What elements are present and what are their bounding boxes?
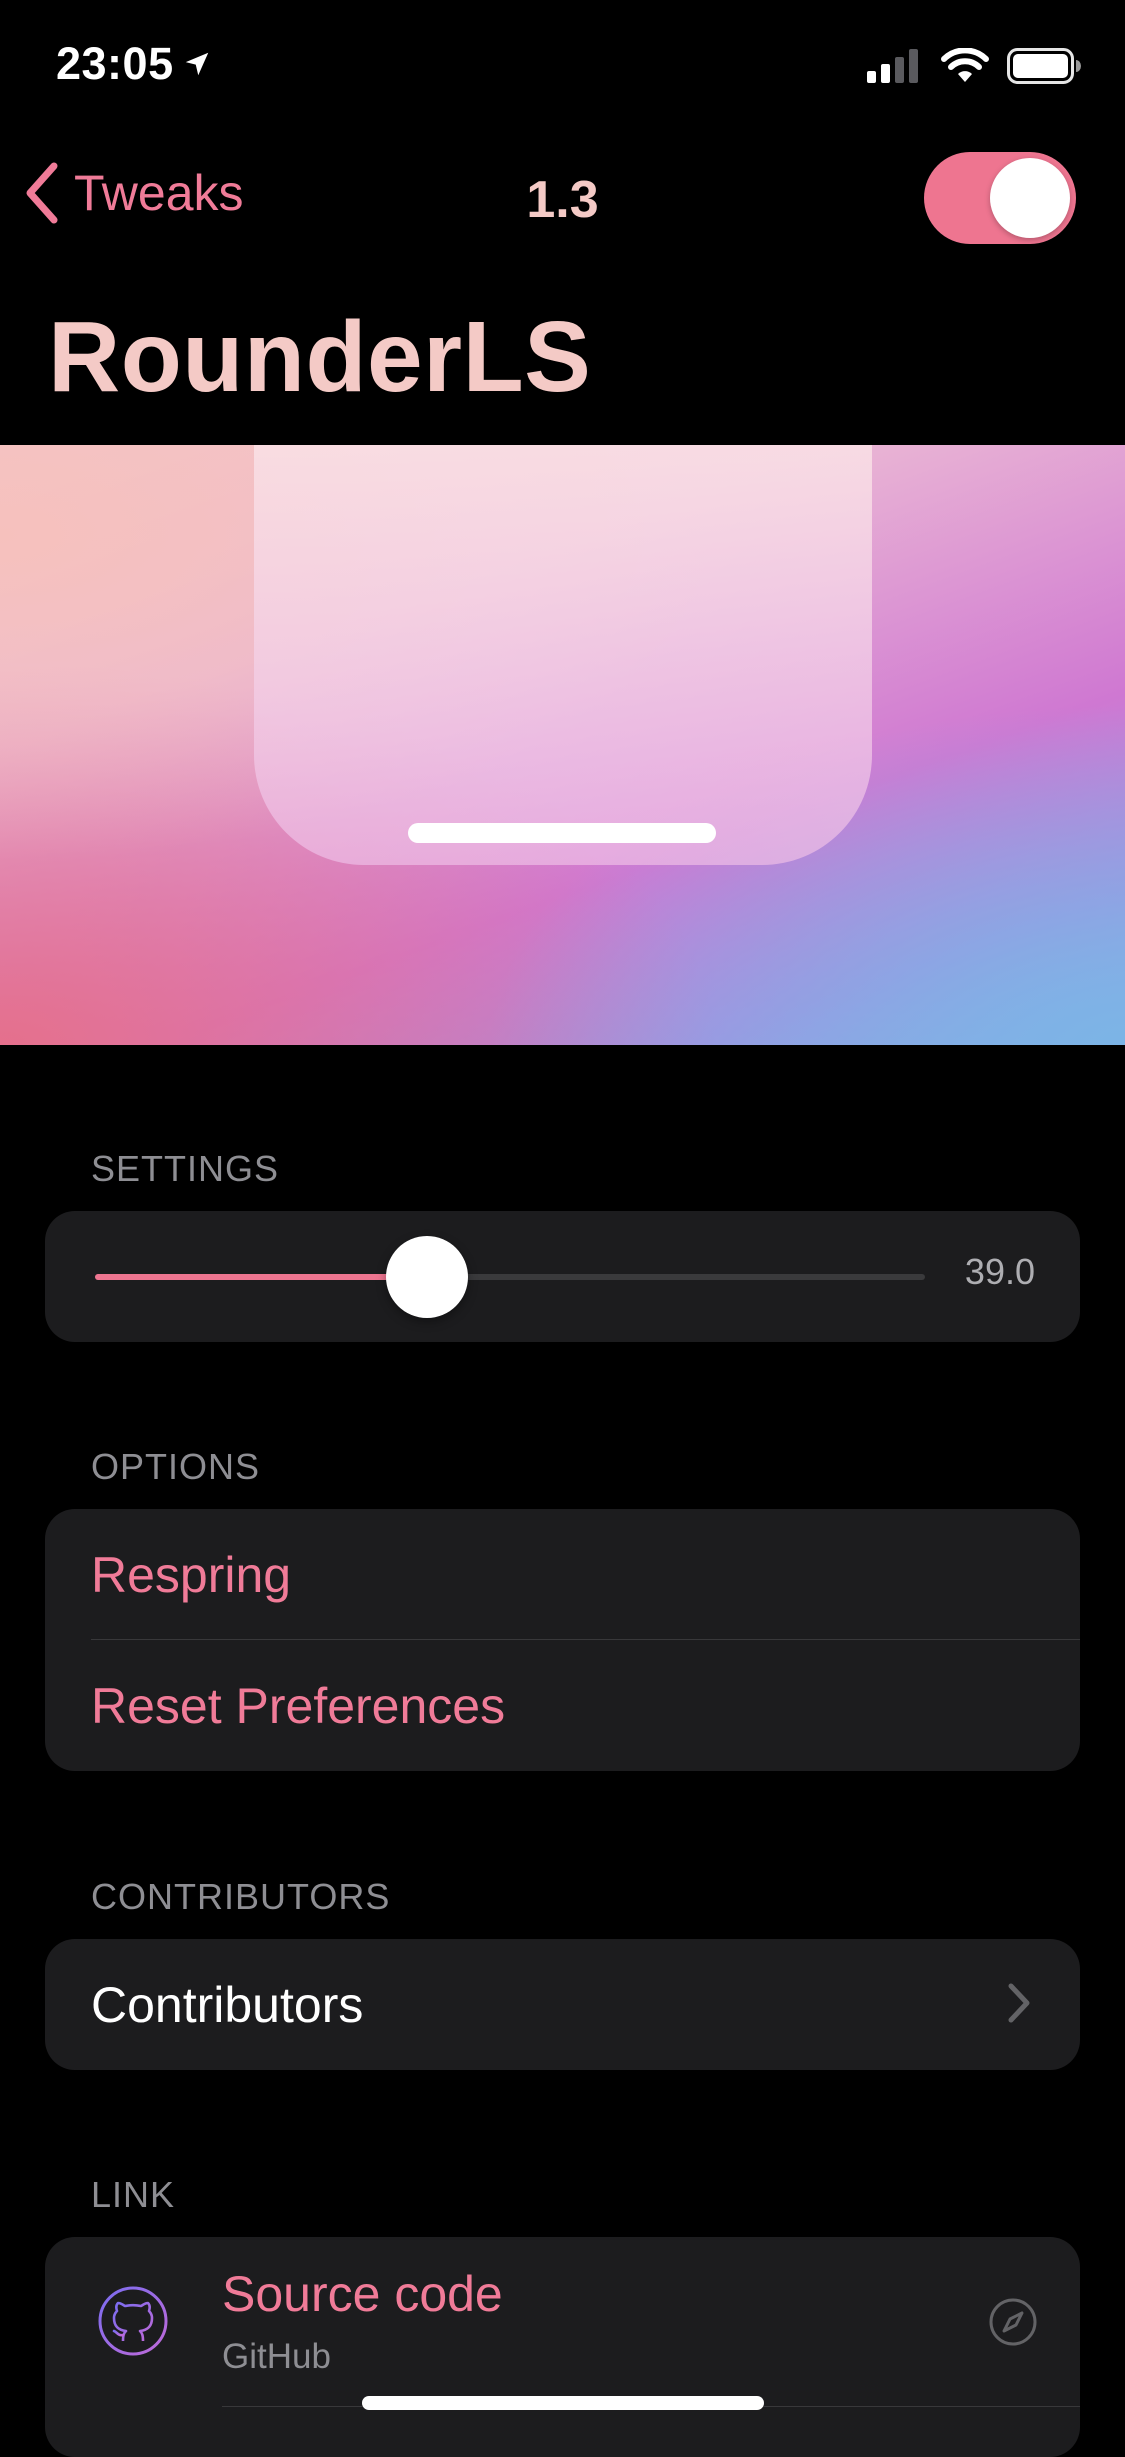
github-icon [98,2286,168,2356]
home-indicator[interactable] [362,2396,764,2410]
status-icons [867,48,1081,84]
source-code-title: Source code [222,2266,503,2322]
source-code-link[interactable]: Source code GitHub [45,2237,1080,2407]
header-banner [0,445,1125,1045]
status-time-label: 23:05 [56,38,174,89]
link-header: LINK [91,2174,176,2215]
status-time: 23:05 [56,38,212,90]
respring-button[interactable]: Respring [45,1509,1080,1640]
slider-knob[interactable] [386,1236,468,1318]
settings-card: 39.0 [45,1211,1080,1342]
contributors-card: Contributors [45,1939,1080,2070]
chevron-right-icon [1008,1983,1030,2023]
toggle-knob [990,158,1070,238]
source-code-subtitle: GitHub [222,2337,331,2376]
enable-toggle[interactable] [924,152,1076,244]
corner-radius-slider[interactable] [95,1236,925,1318]
slider-fill [95,1274,427,1280]
wifi-icon [941,48,989,82]
battery-icon [1007,48,1081,84]
respring-label: Respring [91,1546,292,1603]
contributors-row[interactable]: Contributors [45,1939,1080,2070]
slider-value: 39.0 [964,1251,1035,1292]
phone-illustration [254,445,872,865]
location-arrow-icon [185,52,208,76]
page-title: RounderLS [48,301,592,413]
settings-header: SETTINGS [91,1148,280,1189]
reset-preferences-label: Reset Preferences [91,1677,506,1734]
options-card: Respring Reset Preferences [45,1509,1080,1771]
safari-compass-icon [989,2298,1037,2346]
home-indicator-illustration [408,823,716,843]
reset-preferences-button[interactable]: Reset Preferences [45,1640,1080,1771]
options-header: OPTIONS [91,1446,261,1487]
contributors-label: Contributors [91,1976,364,2033]
cellular-signal-icon [867,49,918,83]
contributors-header: CONTRIBUTORS [91,1876,391,1917]
link-card: Source code GitHub [45,2237,1080,2457]
